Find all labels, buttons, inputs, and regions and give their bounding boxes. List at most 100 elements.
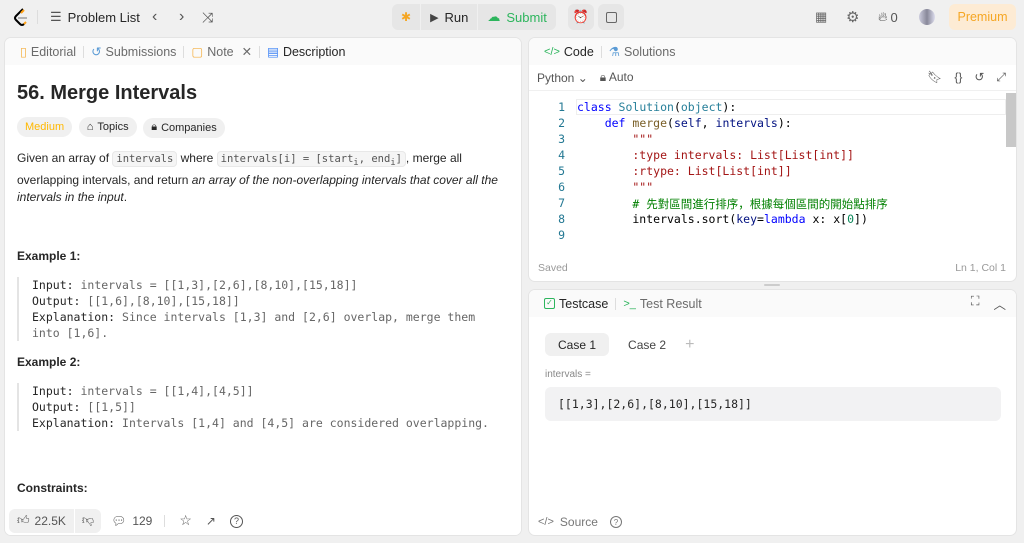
- tab-editorial[interactable]: ▯ Editorial: [13, 44, 83, 60]
- share-button[interactable]: ↗: [206, 514, 216, 528]
- gear-icon: ⚙: [846, 9, 860, 26]
- testcase-input[interactable]: [[1,3],[2,6],[8,10],[15,18]]: [545, 387, 1001, 421]
- prev-problem-button[interactable]: ‹: [152, 0, 157, 34]
- tag-icon: ⌂: [86, 121, 94, 133]
- timer-button[interactable]: ⏰: [568, 4, 594, 30]
- value: [[1,6],[8,10],[15,18]]: [80, 293, 240, 308]
- variable-label: intervals =: [545, 369, 591, 380]
- value: intervals = [[1,4],[4,5]]: [73, 383, 254, 398]
- label: Explanation:: [32, 415, 116, 430]
- source-label: Source: [559, 515, 598, 529]
- constraints-title: Constraints:: [17, 480, 88, 495]
- code-token: : x[: [819, 212, 848, 226]
- line-number: 3: [558, 132, 565, 146]
- tab-note[interactable]: ▢ Note ✕: [184, 44, 259, 60]
- text: where: [177, 150, 217, 165]
- checkbox-icon: ✓: [544, 298, 555, 309]
- topics-label: Topics: [97, 121, 129, 133]
- panel-resize-handle[interactable]: [764, 284, 780, 286]
- code-text: , end: [358, 152, 391, 165]
- problem-title[interactable]: 56. Merge Intervals: [17, 82, 509, 105]
- streak-counter[interactable]: 🔥︎ 0: [878, 0, 898, 34]
- braces-icon[interactable]: {}: [954, 70, 962, 85]
- next-problem-button[interactable]: ›: [179, 0, 184, 34]
- label: Input:: [32, 277, 74, 292]
- language-value: Python: [537, 70, 575, 85]
- code-token: ):: [722, 100, 737, 114]
- editor-scrollbar[interactable]: [1006, 93, 1016, 147]
- bookmark-icon[interactable]: 🔖︎: [927, 70, 942, 85]
- topics-button[interactable]: ⌂ Topics: [78, 117, 137, 137]
- add-case-button[interactable]: +: [685, 336, 694, 354]
- code-token: self: [673, 116, 702, 130]
- companies-button[interactable]: 🔒︎ Companies: [143, 117, 225, 138]
- run-button[interactable]: ▶ Run: [421, 4, 479, 30]
- leetcode-logo[interactable]: [12, 0, 30, 34]
- code-token: object: [680, 100, 723, 114]
- example-2-block: Input: intervals = [[1,4],[4,5]] Output:…: [17, 382, 507, 431]
- help-button[interactable]: ?: [229, 513, 243, 528]
- code-token: Solution: [618, 100, 674, 114]
- label: Explanation:: [32, 309, 116, 324]
- problem-list-button[interactable]: ☰ Problem List: [50, 0, 140, 34]
- tab-testcase[interactable]: ✓ Testcase: [537, 297, 615, 311]
- question-circle-icon[interactable]: ?: [609, 516, 622, 528]
- debug-button[interactable]: ✱: [392, 4, 422, 30]
- premium-button[interactable]: Premium: [949, 4, 1016, 30]
- terminal-icon: >_: [623, 297, 636, 310]
- layout-grid-icon: ▦: [815, 9, 828, 24]
- like-button[interactable]: 👍︎ 22.5K: [9, 508, 75, 533]
- code-editor[interactable]: 1 class Solution(object): 2 def merge(self…: [529, 93, 1016, 245]
- case-tab-1[interactable]: Case 1: [545, 333, 610, 356]
- line-number: 10: [529, 244, 565, 245]
- tab-code[interactable]: </> Code: [537, 45, 601, 59]
- case-tabs: Case 1 Case 2 +: [545, 333, 694, 356]
- flask-icon: ⚗: [608, 45, 621, 59]
- random-problem-button[interactable]: ⤨: [202, 0, 213, 34]
- dislike-button[interactable]: 👎︎: [75, 513, 101, 528]
- code-token: =: [757, 212, 764, 226]
- avatar[interactable]: [919, 9, 935, 25]
- code-line: :type intervals: List[List[int]]: [577, 148, 854, 162]
- line-number: 5: [558, 164, 565, 178]
- close-icon[interactable]: ✕: [242, 44, 252, 59]
- chevron-down-icon: ⌄: [577, 70, 588, 85]
- inline-code: intervals: [112, 150, 178, 167]
- tab-submissions[interactable]: ↺ Submissions: [84, 44, 183, 60]
- auto-mode[interactable]: 🔒︎ Auto: [600, 70, 634, 85]
- settings-button[interactable]: ⚙: [846, 0, 859, 34]
- tab-description[interactable]: ▤ Description: [260, 44, 352, 60]
- code-line: # 先對區間進行排序，根據每個區間的開始點排序: [577, 196, 887, 212]
- tab-test-result[interactable]: >_ Test Result: [616, 297, 708, 311]
- run-label: Run: [444, 9, 469, 25]
- expand-icon[interactable]: ⤢: [996, 70, 1006, 85]
- description-content: 56. Merge Intervals Medium ⌂ Topics 🔒︎ Com…: [5, 65, 521, 495]
- tab-label: Submissions: [105, 44, 177, 59]
- fullscreen-icon[interactable]: ⛶: [971, 294, 980, 313]
- tab-solutions[interactable]: ⚗ Solutions: [602, 44, 683, 60]
- value: Intervals [1,4] and [4,5] are considered…: [115, 415, 489, 430]
- tab-label: Test Result: [639, 296, 702, 311]
- reset-icon[interactable]: ↺: [974, 70, 984, 85]
- code-token: ,: [701, 116, 716, 130]
- code-token: """: [577, 180, 654, 194]
- divider: [37, 10, 38, 24]
- notes-button[interactable]: [598, 4, 624, 30]
- layout-button[interactable]: ▦: [815, 0, 827, 34]
- inline-code: intervals[i] = [starti, endi]: [216, 150, 406, 168]
- favorite-button[interactable]: ☆: [179, 512, 192, 529]
- code-line: """: [577, 132, 653, 146]
- code-icon: </>: [544, 45, 560, 58]
- submit-button[interactable]: ☁ Submit: [478, 4, 555, 30]
- language-select[interactable]: Python ⌄: [537, 71, 588, 85]
- case-tab-2[interactable]: Case 2: [615, 333, 679, 356]
- chevron-left-icon: ‹: [152, 8, 158, 25]
- comments-button[interactable]: 💬︎ 129: [111, 514, 152, 528]
- line-number: 8: [558, 212, 565, 226]
- source-button[interactable]: </> Source ?: [538, 515, 622, 529]
- code-token: ]): [854, 212, 868, 226]
- chevron-up-icon[interactable]: ︿: [993, 294, 1006, 313]
- code-token: (: [673, 100, 681, 114]
- example-1-block: Input: intervals = [[1,3],[2,6],[8,10],[…: [17, 276, 507, 341]
- code-token: intervals.sort(: [577, 212, 737, 226]
